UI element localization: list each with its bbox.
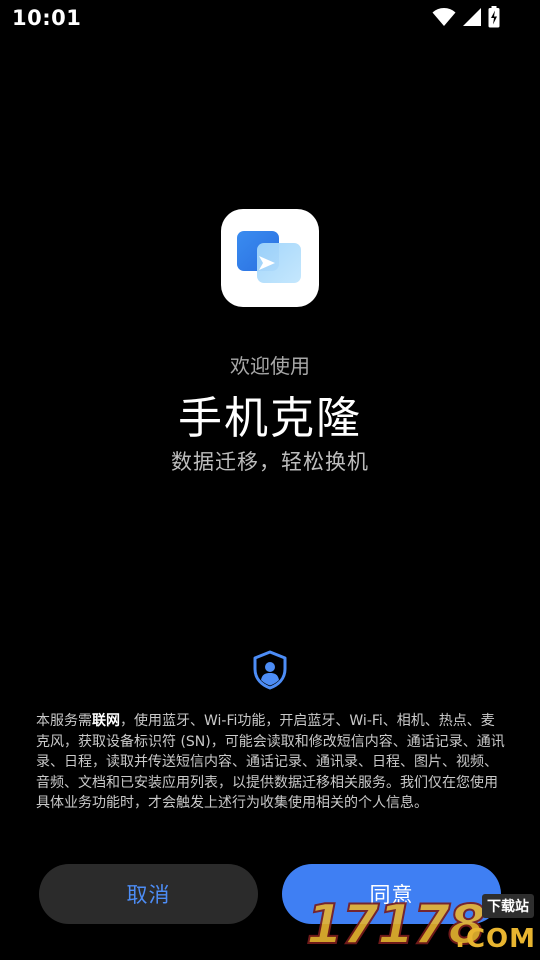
wifi-icon <box>432 8 456 26</box>
phone-clone-icon <box>221 209 319 307</box>
privacy-intro: 本服务需 <box>36 713 92 729</box>
status-time: 10:01 <box>12 6 82 30</box>
privacy-bold-network: 联网 <box>92 713 120 729</box>
status-bar: 10:01 <box>0 0 540 38</box>
status-icons <box>432 6 500 28</box>
watermark-com: .COM <box>455 924 536 954</box>
cancel-button[interactable]: 取消 <box>39 864 258 924</box>
app-title: 手机克隆 <box>178 393 362 444</box>
privacy-fade <box>36 812 506 830</box>
watermark-tag: 下载站 <box>482 894 534 918</box>
app-tagline: 数据迁移，轻松换机 <box>171 450 369 474</box>
cancel-button-label: 取消 <box>126 883 171 907</box>
privacy-shield-icon <box>253 650 287 690</box>
battery-charging-icon <box>488 6 500 28</box>
watermark-logo: 17178 下载站 .COM <box>305 892 536 958</box>
welcome-label: 欢迎使用 <box>230 354 310 378</box>
cell-signal-icon <box>463 8 481 26</box>
